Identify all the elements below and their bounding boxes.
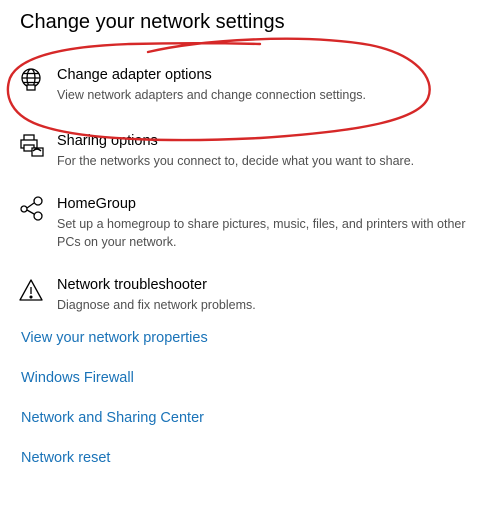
network-troubleshooter-description: Diagnose and fix network problems. <box>57 298 256 312</box>
network-troubleshooter-item[interactable]: Network troubleshooter Diagnose and fix … <box>18 276 468 316</box>
network-sharing-center-link[interactable]: Network and Sharing Center <box>21 409 204 427</box>
change-adapter-options-description: View network adapters and change connect… <box>57 88 366 102</box>
network-troubleshooter-label: Network troubleshooter <box>57 277 207 293</box>
change-adapter-options-label: Change adapter options <box>57 67 212 83</box>
globe-adapter-icon <box>18 66 46 94</box>
homegroup-icon <box>18 195 46 223</box>
sharing-options-label: Sharing options <box>57 133 158 149</box>
sharing-icon <box>18 132 46 160</box>
page-title: Change your network settings <box>20 11 285 33</box>
warning-triangle-icon <box>18 276 46 304</box>
homegroup-label: HomeGroup <box>57 196 136 212</box>
sharing-options-item[interactable]: Sharing options For the networks you con… <box>18 132 468 172</box>
homegroup-description: Set up a homegroup to share pictures, mu… <box>57 217 466 249</box>
network-reset-link[interactable]: Network reset <box>21 449 110 467</box>
view-network-properties-link[interactable]: View your network properties <box>21 329 208 347</box>
windows-firewall-link[interactable]: Windows Firewall <box>21 369 134 387</box>
change-adapter-options-item[interactable]: Change adapter options View network adap… <box>18 66 468 106</box>
sharing-options-description: For the networks you connect to, decide … <box>57 154 415 168</box>
homegroup-item[interactable]: HomeGroup Set up a homegroup to share pi… <box>18 195 468 251</box>
